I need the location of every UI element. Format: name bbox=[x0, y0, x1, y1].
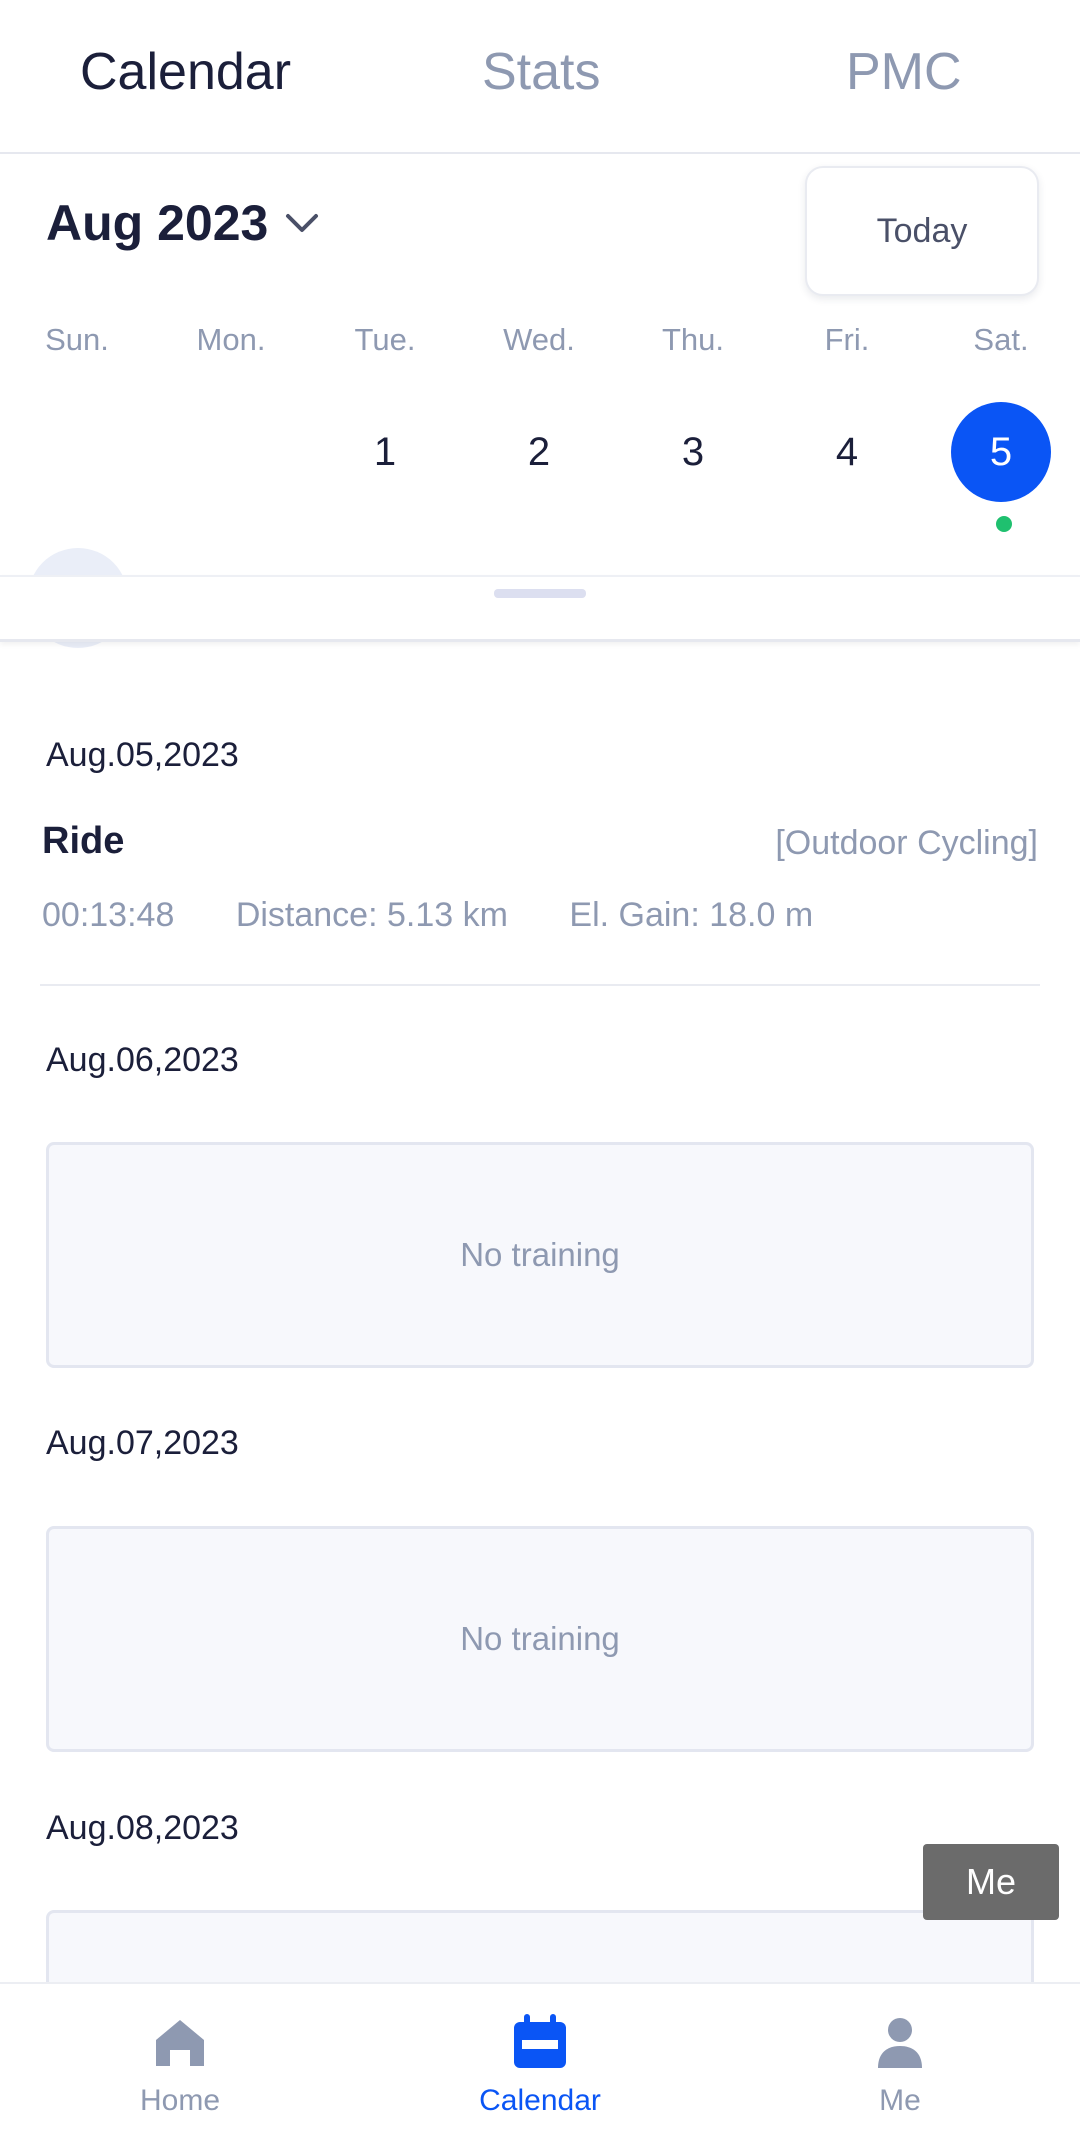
date-heading: Aug.08,2023 bbox=[46, 1809, 239, 1847]
activity-distance: Distance: 5.13 km bbox=[235, 896, 508, 934]
calendar-week-row: 1 2 3 4 5 bbox=[0, 402, 1080, 532]
date-heading: Aug.05,2023 bbox=[46, 736, 239, 774]
date-heading: Aug.07,2023 bbox=[46, 1424, 239, 1462]
nav-me[interactable]: Me bbox=[790, 1984, 1010, 2133]
day-cell-3[interactable]: 3 bbox=[643, 402, 743, 502]
weekday-sat: Sat. bbox=[973, 322, 1029, 357]
nav-calendar-label: Calendar bbox=[479, 2084, 601, 2117]
activity-title[interactable]: Ride bbox=[42, 820, 124, 863]
nav-home-label: Home bbox=[139, 2084, 221, 2117]
weekday-thu: Thu. bbox=[661, 322, 725, 357]
divider bbox=[40, 984, 1040, 986]
activity-stats: 00:13:48 Distance: 5.13 km El. Gain: 18.… bbox=[42, 896, 865, 935]
month-header: Aug 2023 Today bbox=[0, 152, 1080, 322]
drag-handle[interactable] bbox=[494, 589, 586, 598]
tab-pmc[interactable]: PMC bbox=[846, 42, 962, 102]
month-selector[interactable]: Aug 2023 bbox=[46, 194, 268, 252]
today-button[interactable]: Today bbox=[805, 166, 1039, 296]
weekday-wed: Wed. bbox=[503, 322, 575, 357]
activity-type: [Outdoor Cycling] bbox=[775, 824, 1038, 862]
nav-calendar[interactable]: Calendar bbox=[430, 1984, 650, 2133]
top-tab-bar: Calendar Stats PMC bbox=[0, 0, 1080, 154]
activity-dot bbox=[996, 516, 1012, 532]
user-icon bbox=[878, 2018, 922, 2068]
day-cell-4[interactable]: 4 bbox=[797, 402, 897, 502]
tab-stats[interactable]: Stats bbox=[482, 42, 601, 102]
tab-calendar[interactable]: Calendar bbox=[80, 42, 291, 102]
home-icon bbox=[156, 2020, 204, 2066]
day-cell-1[interactable]: 1 bbox=[335, 402, 435, 502]
weekday-tue: Tue. bbox=[354, 322, 416, 357]
no-training-card: No training bbox=[46, 1142, 1034, 1368]
weekday-mon: Mon. bbox=[196, 322, 266, 357]
day-cell-2[interactable]: 2 bbox=[489, 402, 589, 502]
bottom-nav-bar: Home Calendar Me bbox=[0, 1982, 1080, 2133]
calendar-drawer-handle[interactable] bbox=[0, 575, 1080, 642]
me-tooltip: Me bbox=[923, 1844, 1059, 1920]
nav-home[interactable]: Home bbox=[70, 1984, 290, 2133]
weekday-sun: Sun. bbox=[45, 322, 109, 357]
activity-duration: 00:13:48 bbox=[42, 896, 175, 934]
day-cell-5-selected[interactable]: 5 bbox=[951, 402, 1051, 502]
chevron-down-icon[interactable] bbox=[282, 208, 322, 238]
nav-me-label: Me bbox=[879, 2084, 921, 2117]
weekday-fri: Fri. bbox=[824, 322, 870, 357]
calendar-icon bbox=[514, 2014, 566, 2068]
activity-elevation: El. Gain: 18.0 m bbox=[569, 896, 814, 934]
weekday-header: Sun. Mon. Tue. Wed. Thu. Fri. Sat. bbox=[0, 322, 1080, 372]
no-training-card: No training bbox=[46, 1526, 1034, 1752]
date-heading: Aug.06,2023 bbox=[46, 1041, 239, 1079]
